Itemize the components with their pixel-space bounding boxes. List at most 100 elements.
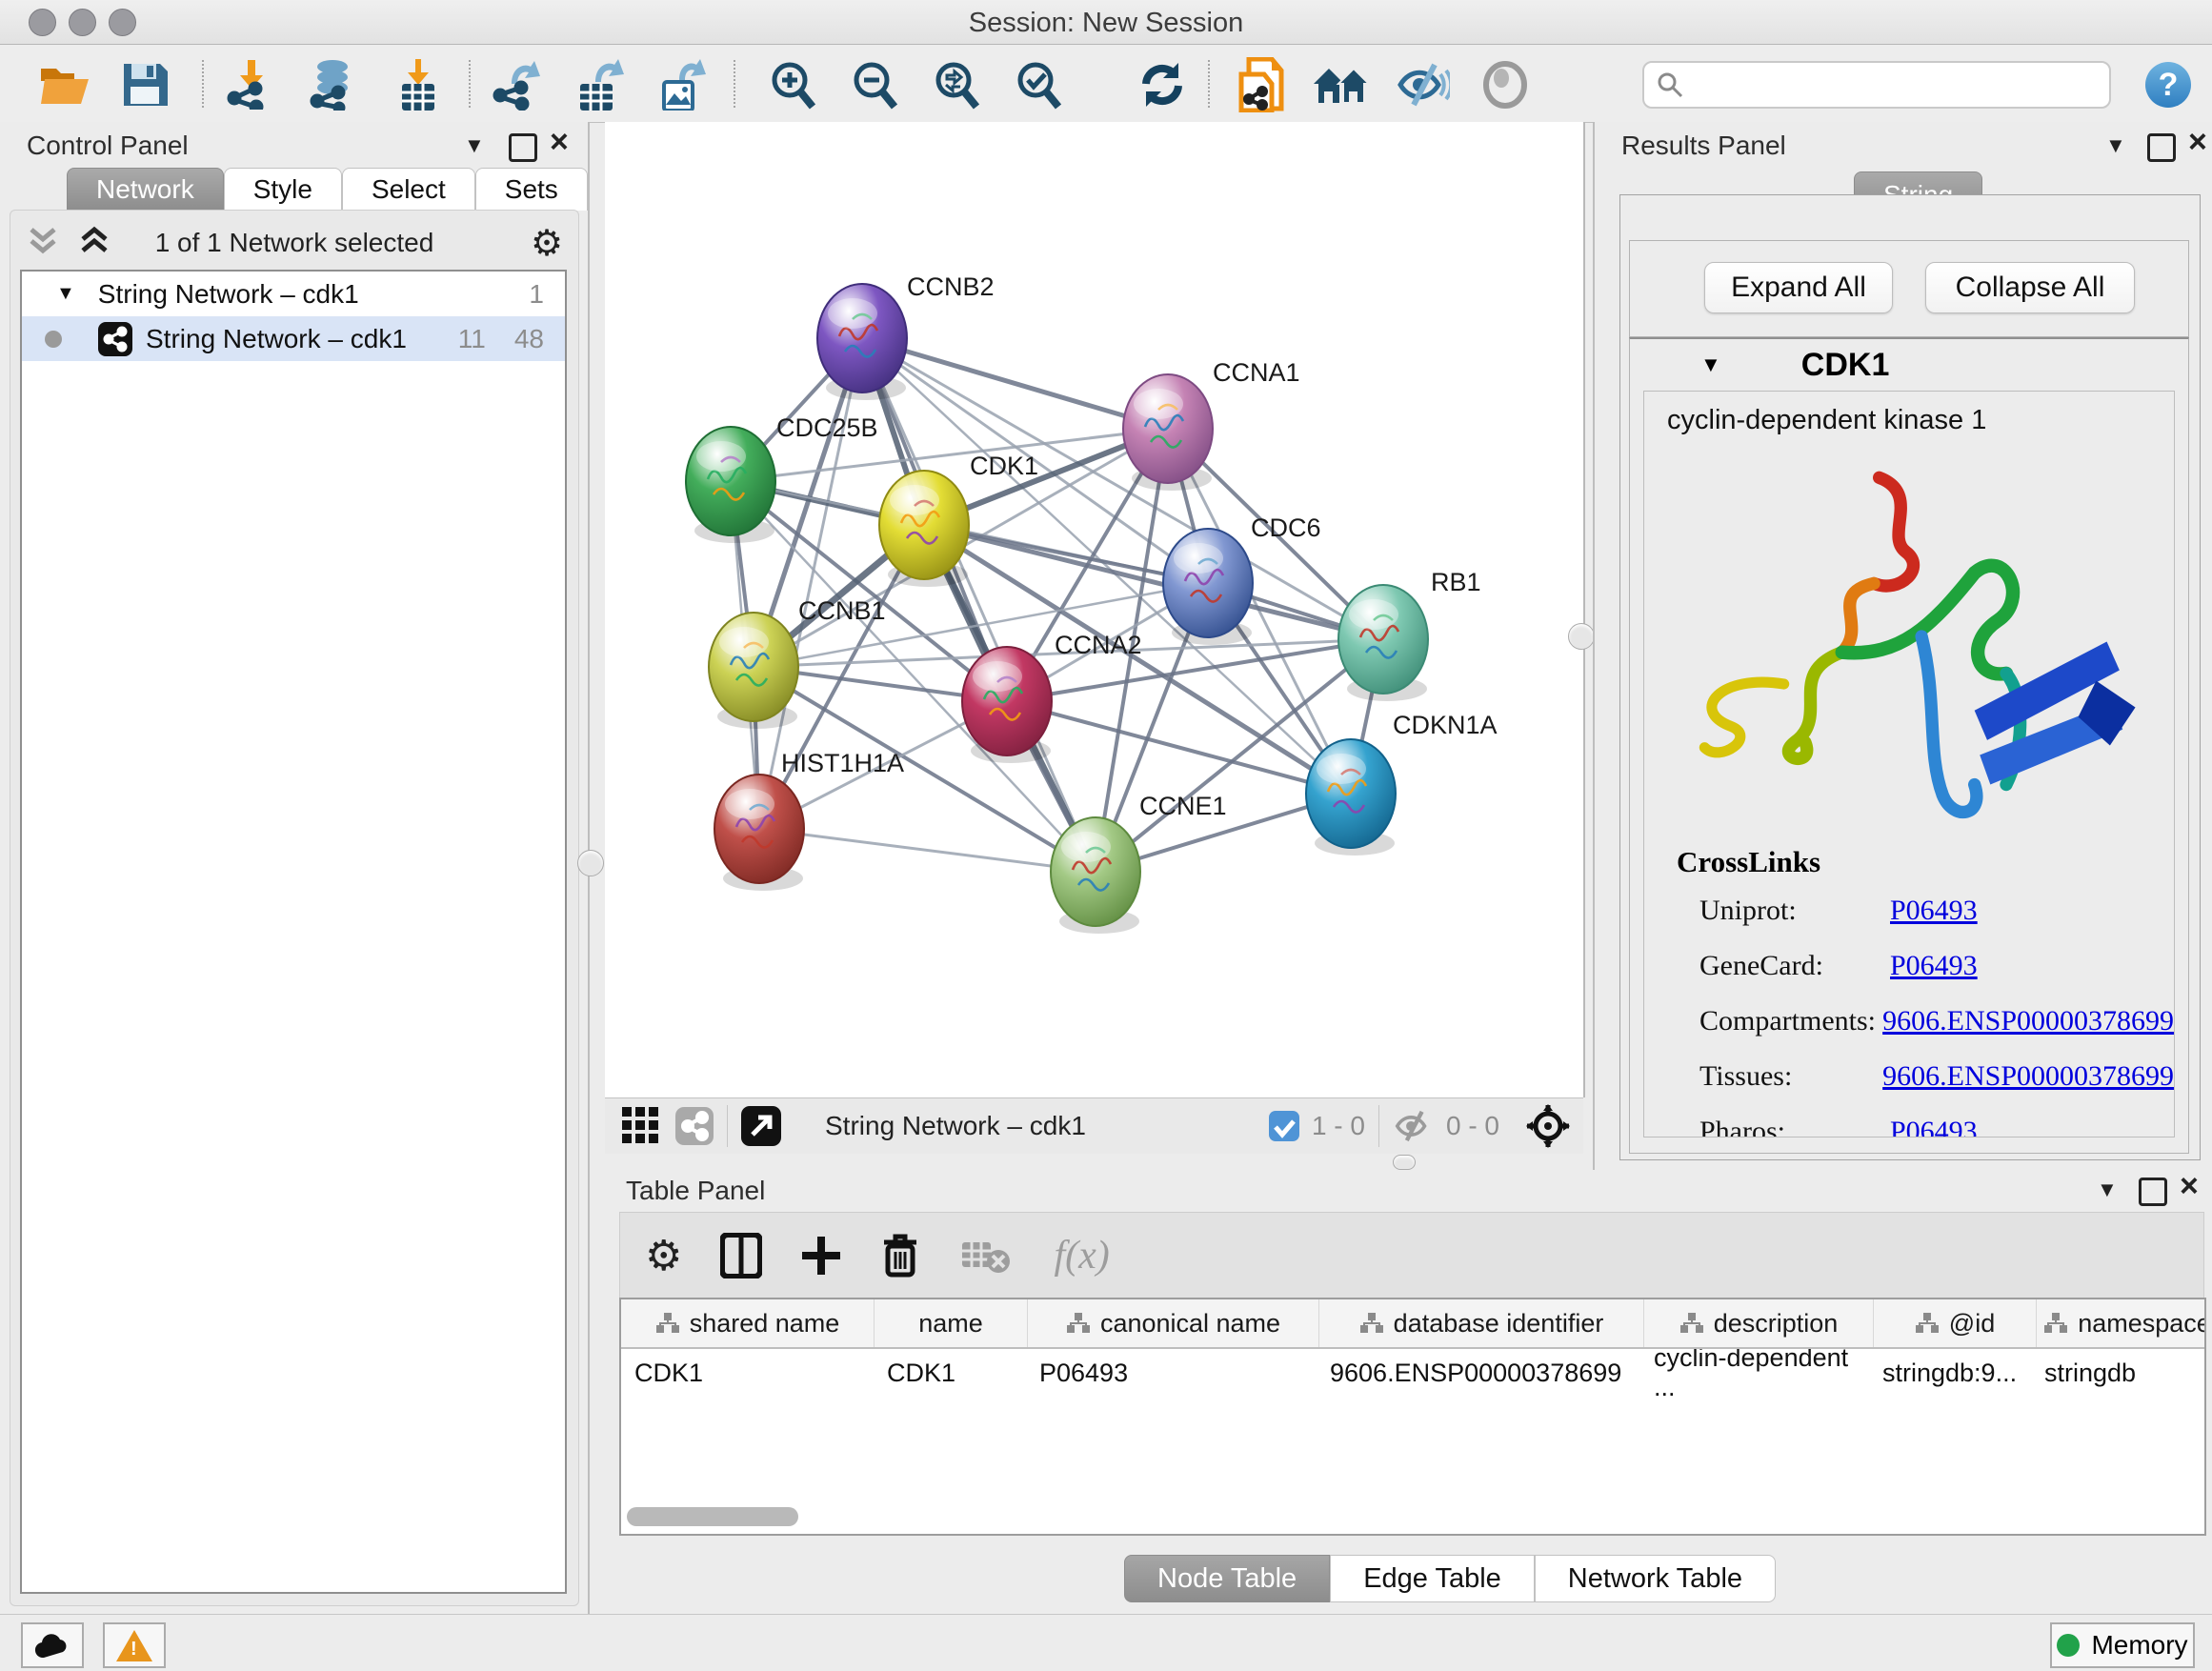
close-panel-icon[interactable]: × xyxy=(550,128,569,156)
open-in-window-icon[interactable] xyxy=(741,1106,781,1146)
crosslink-link[interactable]: P06493 xyxy=(1890,950,1978,982)
tab-select[interactable]: Select xyxy=(342,168,475,211)
column-header--id[interactable]: @id xyxy=(1874,1299,2037,1347)
hide-panel-eye-icon[interactable] xyxy=(1393,58,1454,111)
table-cell[interactable]: cyclin-dependent ... xyxy=(1640,1349,1869,1397)
cloud-status-button[interactable] xyxy=(21,1622,84,1668)
home-icon[interactable] xyxy=(1311,58,1372,111)
table-cell[interactable]: P06493 xyxy=(1026,1349,1317,1397)
close-panel-icon[interactable]: × xyxy=(2188,128,2207,156)
table-cell[interactable]: stringdb:9... xyxy=(1869,1349,2031,1397)
network-node-ccnb1[interactable] xyxy=(709,613,798,729)
column-selector-icon[interactable] xyxy=(720,1233,762,1278)
table-row[interactable]: CDK1CDK1P064939606.ENSP00000378699cyclin… xyxy=(621,1349,2204,1397)
export-table-icon[interactable] xyxy=(570,58,631,111)
network-canvas[interactable]: CCNB2CCNA1CDC25BCDK1CDC6RB1CCNB1CCNA2CDK… xyxy=(605,122,1585,1097)
network-node-ccne1[interactable] xyxy=(1051,817,1140,934)
crosslink-link[interactable]: P06493 xyxy=(1890,1116,1978,1137)
help-icon[interactable]: ? xyxy=(2138,58,2199,111)
network-node-count: 11 xyxy=(458,324,486,354)
tab-node-table[interactable]: Node Table xyxy=(1124,1555,1330,1602)
crosslink-link[interactable]: 9606.ENSP00000378699 xyxy=(1882,1060,2174,1093)
float-panel-icon[interactable]: ▼ xyxy=(464,131,485,160)
table-header-row[interactable]: shared namenamecanonical namedatabase id… xyxy=(621,1299,2204,1349)
memory-button[interactable]: Memory xyxy=(2050,1622,2195,1668)
network-node-cdc25b[interactable] xyxy=(686,427,775,543)
network-node-ccna2[interactable] xyxy=(962,647,1052,763)
network-node-rb1[interactable] xyxy=(1338,585,1428,701)
add-column-icon[interactable] xyxy=(800,1235,842,1277)
column-header-namespace[interactable]: namespace xyxy=(2037,1299,2206,1347)
table-settings-gear-icon[interactable]: ⚙ xyxy=(645,1232,682,1280)
refresh-icon[interactable] xyxy=(1132,58,1193,111)
column-header-shared-name[interactable]: shared name xyxy=(621,1299,875,1347)
network-collection-row[interactable]: ▼ String Network – cdk1 1 xyxy=(22,272,565,316)
hidden-eye-icon xyxy=(1393,1109,1435,1143)
crosslink-link[interactable]: P06493 xyxy=(1890,895,1978,927)
current-network-name: String Network – cdk1 xyxy=(825,1111,1086,1141)
window-status-bar: ! Memory xyxy=(0,1614,2212,1671)
horizontal-splitter-grip[interactable] xyxy=(1393,1155,1416,1170)
table-cell[interactable]: 9606.ENSP00000378699 xyxy=(1317,1349,1640,1397)
tab-network[interactable]: Network xyxy=(67,168,224,211)
column-header-database-identifier[interactable]: database identifier xyxy=(1319,1299,1644,1347)
network-view-icon[interactable] xyxy=(675,1107,714,1145)
expand-all-button[interactable]: Expand All xyxy=(1704,262,1893,313)
column-header-name[interactable]: name xyxy=(875,1299,1028,1347)
right-splitter-grip[interactable] xyxy=(1568,623,1595,650)
horizontal-scrollbar[interactable] xyxy=(627,1507,798,1526)
network-node-cdk1[interactable] xyxy=(879,471,969,587)
tab-style[interactable]: Style xyxy=(224,168,342,211)
cdk1-header-row[interactable]: ▼ CDK1 xyxy=(1630,339,2188,391)
tab-edge-table[interactable]: Edge Table xyxy=(1330,1555,1535,1602)
network-options-gear-icon[interactable]: ⚙ xyxy=(531,222,563,265)
network-graph[interactable]: CCNB2CCNA1CDC25BCDK1CDC6RB1CCNB1CCNA2CDK… xyxy=(605,122,1583,1097)
import-network-database-icon[interactable] xyxy=(303,58,364,111)
table-cell[interactable]: CDK1 xyxy=(874,1349,1026,1397)
network-node-cdkn1a[interactable] xyxy=(1306,739,1396,856)
column-header-description[interactable]: description xyxy=(1644,1299,1874,1347)
collapse-all-button[interactable]: Collapse All xyxy=(1925,262,2135,313)
network-node-ccnb2[interactable] xyxy=(817,284,907,400)
left-splitter-grip[interactable] xyxy=(577,850,604,876)
selected-checkbox-icon[interactable] xyxy=(1268,1110,1300,1142)
file-network-icon[interactable] xyxy=(1231,58,1292,111)
open-session-icon[interactable] xyxy=(34,58,95,111)
delete-column-icon[interactable] xyxy=(880,1233,920,1278)
crosslink-link[interactable]: 9606.ENSP00000378699 xyxy=(1882,1005,2174,1037)
save-session-icon[interactable] xyxy=(114,58,175,111)
network-node-hist1h1a[interactable] xyxy=(714,775,804,891)
zoom-out-icon[interactable] xyxy=(844,58,905,111)
zoom-selected-icon[interactable] xyxy=(1008,58,1069,111)
node-label-rb1: RB1 xyxy=(1431,568,1481,596)
network-row-selected[interactable]: String Network – cdk1 11 48 xyxy=(22,316,565,361)
tab-network-table[interactable]: Network Table xyxy=(1535,1555,1776,1602)
import-table-icon[interactable] xyxy=(389,58,450,111)
network-node-ccna1[interactable] xyxy=(1123,374,1213,491)
network-node-cdc6[interactable] xyxy=(1163,529,1253,645)
grid-view-icon[interactable] xyxy=(622,1107,660,1145)
float-panel-icon[interactable]: ▼ xyxy=(2105,131,2126,160)
maximize-panel-icon[interactable] xyxy=(2147,133,2176,162)
maximize-panel-icon[interactable] xyxy=(2139,1178,2167,1206)
export-image-icon[interactable] xyxy=(652,58,713,111)
table-cell[interactable]: CDK1 xyxy=(621,1349,874,1397)
maximize-panel-icon[interactable] xyxy=(509,133,537,162)
export-network-icon[interactable] xyxy=(488,58,549,111)
crosslink-label: Tissues: xyxy=(1699,1060,1882,1093)
tab-sets[interactable]: Sets xyxy=(475,168,588,211)
collapse-caret-icon[interactable]: ▼ xyxy=(1700,352,1721,377)
zoom-fit-icon[interactable] xyxy=(926,58,987,111)
show-panel-eye-icon[interactable] xyxy=(1475,58,1536,111)
zoom-in-icon[interactable] xyxy=(762,58,823,111)
search-input[interactable] xyxy=(1692,70,2109,101)
table-cell[interactable]: stringdb xyxy=(2031,1349,2206,1397)
float-panel-icon[interactable]: ▼ xyxy=(2097,1176,2118,1204)
warning-status-button[interactable]: ! xyxy=(103,1622,166,1668)
close-panel-icon[interactable]: × xyxy=(2180,1172,2199,1200)
import-network-icon[interactable] xyxy=(221,58,282,111)
network-tab-body: 1 of 1 Network selected ⚙ ▼ String Netwo… xyxy=(10,210,579,1606)
tree-caret-icon[interactable]: ▼ xyxy=(56,283,75,305)
birds-eye-view-icon[interactable] xyxy=(1526,1104,1570,1148)
column-header-canonical-name[interactable]: canonical name xyxy=(1028,1299,1319,1347)
